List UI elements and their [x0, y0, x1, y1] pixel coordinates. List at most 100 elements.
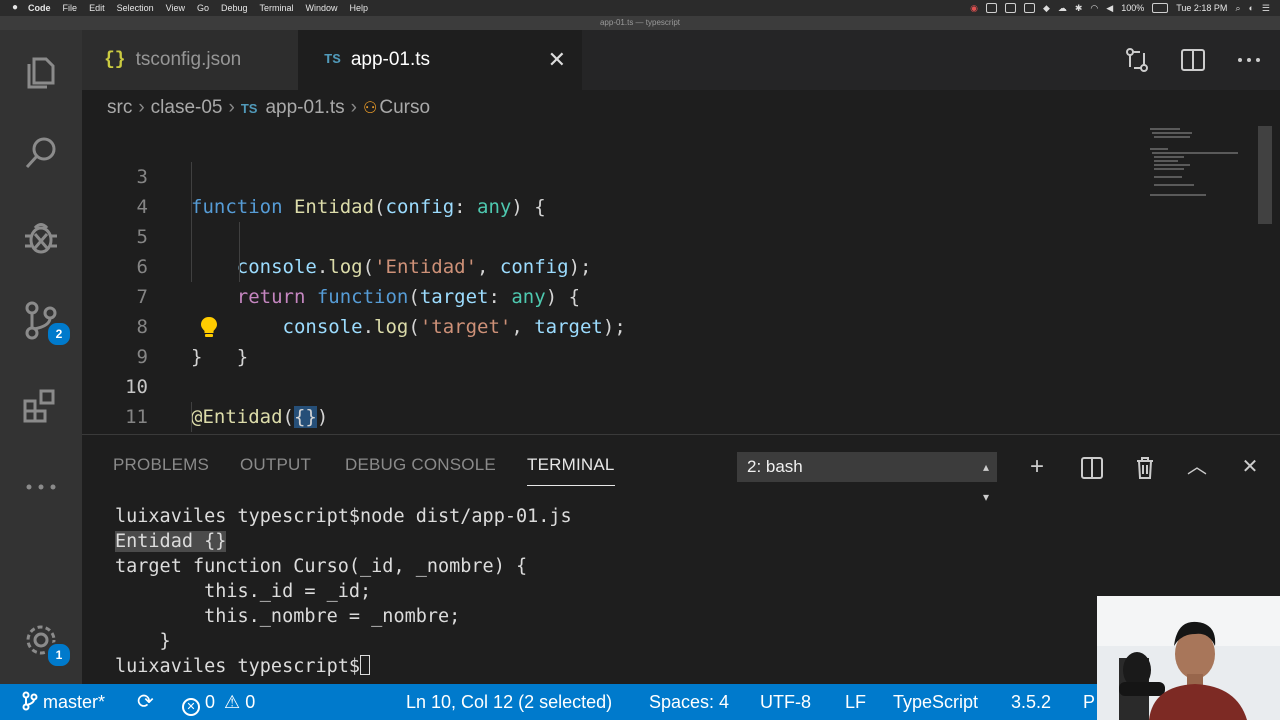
terminal-highlight: Entidad {}	[115, 531, 227, 552]
open-changes-icon[interactable]	[1124, 47, 1150, 73]
code-line: 6 console.log('target', target);	[82, 222, 1142, 338]
source-control-button[interactable]	[0, 285, 82, 355]
cloud-icon[interactable]: ☁	[1058, 0, 1067, 16]
terminal-prompt-line[interactable]: luixaviles typescript$	[115, 654, 371, 679]
code-line-current: 10 @Entidad({})	[82, 342, 1142, 428]
terminal-select-value: 2: bash	[747, 457, 803, 476]
new-terminal-icon[interactable]: +	[1022, 453, 1052, 481]
terminal-select[interactable]: 2: bash ▴ ▾	[737, 452, 997, 504]
window-title: app-01.ts — typescript	[0, 16, 1280, 30]
typescript-version[interactable]: 3.5.2	[1011, 684, 1051, 720]
problems-status[interactable]: ✕ 0 ⚠ 0	[182, 684, 255, 720]
apple-menu-icon[interactable]: ●	[12, 0, 18, 16]
chevron-right-icon: ›	[228, 97, 235, 118]
menu-debug[interactable]: Debug	[221, 0, 248, 16]
tray-app-icon[interactable]	[985, 3, 997, 13]
breadcrumb-symbol[interactable]: Curso	[379, 97, 430, 119]
menu-app[interactable]: Code	[28, 0, 51, 16]
branch-name: master*	[43, 692, 106, 712]
editor-scrollbar[interactable]	[1258, 126, 1272, 224]
encoding[interactable]: UTF-8	[760, 684, 811, 720]
bluetooth-icon[interactable]: ✱	[1075, 0, 1083, 16]
volume-icon[interactable]: ◀	[1106, 0, 1113, 16]
split-editor-icon[interactable]	[1180, 47, 1206, 73]
menu-terminal[interactable]: Terminal	[260, 0, 294, 16]
extensions-button[interactable]	[0, 370, 82, 440]
json-file-icon: {}	[104, 50, 126, 70]
more-button[interactable]	[0, 452, 82, 522]
branch-status[interactable]: master*	[22, 684, 105, 720]
close-icon[interactable]: ✕	[548, 47, 566, 73]
menu-extras: ◉ ◆ ☁ ✱ ◠ ◀ 100% Tue 2:18 PM ⌕ ◐ ☰	[970, 0, 1280, 16]
code-editor[interactable]: 3 function Entidad(config: any) { 4 cons…	[82, 126, 1280, 434]
status-bar: master* ⟳ ✕ 0 ⚠ 0 Ln 10, Col 12 (2 selec…	[0, 684, 1280, 720]
menu-view[interactable]: View	[166, 0, 185, 16]
tab-terminal[interactable]: TERMINAL	[527, 455, 615, 486]
sync-icon[interactable]: ⟳	[137, 684, 154, 720]
close-panel-icon[interactable]: ✕	[1235, 453, 1265, 481]
cursor-position[interactable]: Ln 10, Col 12 (2 selected)	[406, 684, 612, 720]
tab-debug-console[interactable]: DEBUG CONSOLE	[345, 455, 496, 475]
battery-percent[interactable]: 100%	[1121, 0, 1144, 16]
language-mode[interactable]: TypeScript	[893, 684, 978, 720]
tab-problems[interactable]: PROBLEMS	[113, 455, 209, 475]
tray-display-icon[interactable]	[1023, 3, 1035, 13]
git-branch-icon	[22, 691, 38, 711]
terminal-line: target function Curso(_id, _nombre) {	[115, 556, 528, 577]
chevron-up-icon[interactable]: ︿	[1182, 453, 1212, 481]
tab-app-01[interactable]: TS app-01.ts ✕	[298, 30, 582, 90]
split-terminal-icon[interactable]	[1077, 455, 1107, 481]
tab-label: app-01.ts	[350, 49, 431, 70]
breadcrumb-src[interactable]: src	[107, 97, 132, 119]
code-line: 12 constructor(private _id: number, priv…	[82, 402, 1142, 432]
code-line: 4 console.log('Entidad', config);	[82, 162, 1142, 278]
bug-icon	[25, 223, 57, 254]
menu-file[interactable]: File	[63, 0, 78, 16]
menu-window[interactable]: Window	[306, 0, 338, 16]
manage-button[interactable]	[0, 605, 82, 675]
dropbox-icon[interactable]: ◆	[1043, 0, 1050, 16]
more-actions-icon[interactable]	[1236, 47, 1262, 73]
menu-edit[interactable]: Edit	[89, 0, 105, 16]
status-extra[interactable]: P	[1083, 684, 1095, 720]
siri-icon[interactable]: ◐	[1248, 0, 1253, 16]
breadcrumb-file[interactable]: app-01.ts	[265, 97, 344, 119]
class-symbol-icon: ⚇	[363, 100, 378, 117]
breadcrumb-clase-05[interactable]: clase-05	[151, 97, 223, 119]
wifi-icon[interactable]: ◠	[1090, 0, 1098, 16]
code-line: 5 return function(target: any) {	[82, 192, 1142, 308]
tab-tsconfig[interactable]: {} tsconfig.json	[82, 30, 298, 90]
search-icon	[25, 137, 56, 169]
minimap[interactable]	[1148, 126, 1248, 206]
activity-bar: 2 1	[0, 30, 82, 684]
record-icon[interactable]: ◉	[970, 0, 978, 16]
battery-icon[interactable]	[1152, 3, 1169, 13]
menu-selection[interactable]: Selection	[117, 0, 154, 16]
menu-help[interactable]: Help	[350, 0, 369, 16]
search-button[interactable]	[0, 118, 82, 188]
files-icon	[27, 57, 55, 89]
tray-camera-icon[interactable]	[1004, 3, 1016, 13]
terminal-line: this._id = _id;	[115, 581, 372, 602]
chevron-right-icon: ›	[350, 97, 357, 118]
menu-clock[interactable]: Tue 2:18 PM	[1176, 0, 1227, 16]
terminal-line: }	[115, 631, 171, 652]
tab-output[interactable]: OUTPUT	[240, 455, 311, 475]
menu-go[interactable]: Go	[197, 0, 209, 16]
macos-menu-bar: ● Code File Edit Selection View Go Debug…	[0, 0, 1280, 16]
code-line: 3 function Entidad(config: any) {	[82, 132, 1142, 218]
code-line: 11 class Curso {	[82, 372, 1142, 428]
explorer-button[interactable]	[0, 35, 82, 105]
tab-label: tsconfig.json	[135, 49, 242, 70]
terminal-prompt: luixaviles typescript$	[115, 656, 361, 677]
end-of-line[interactable]: LF	[845, 684, 866, 720]
indentation[interactable]: Spaces: 4	[649, 684, 729, 720]
lightbulb-icon[interactable]	[199, 316, 219, 338]
code-line: 9	[82, 312, 1142, 368]
terminal-line: luixaviles typescript$node dist/app-01.j…	[115, 506, 572, 527]
warning-count: 0	[245, 692, 256, 712]
trash-icon[interactable]	[1130, 455, 1160, 481]
notification-center-icon[interactable]: ☰	[1262, 0, 1270, 16]
spotlight-icon[interactable]: ⌕	[1235, 0, 1240, 16]
debug-button[interactable]	[0, 202, 82, 272]
